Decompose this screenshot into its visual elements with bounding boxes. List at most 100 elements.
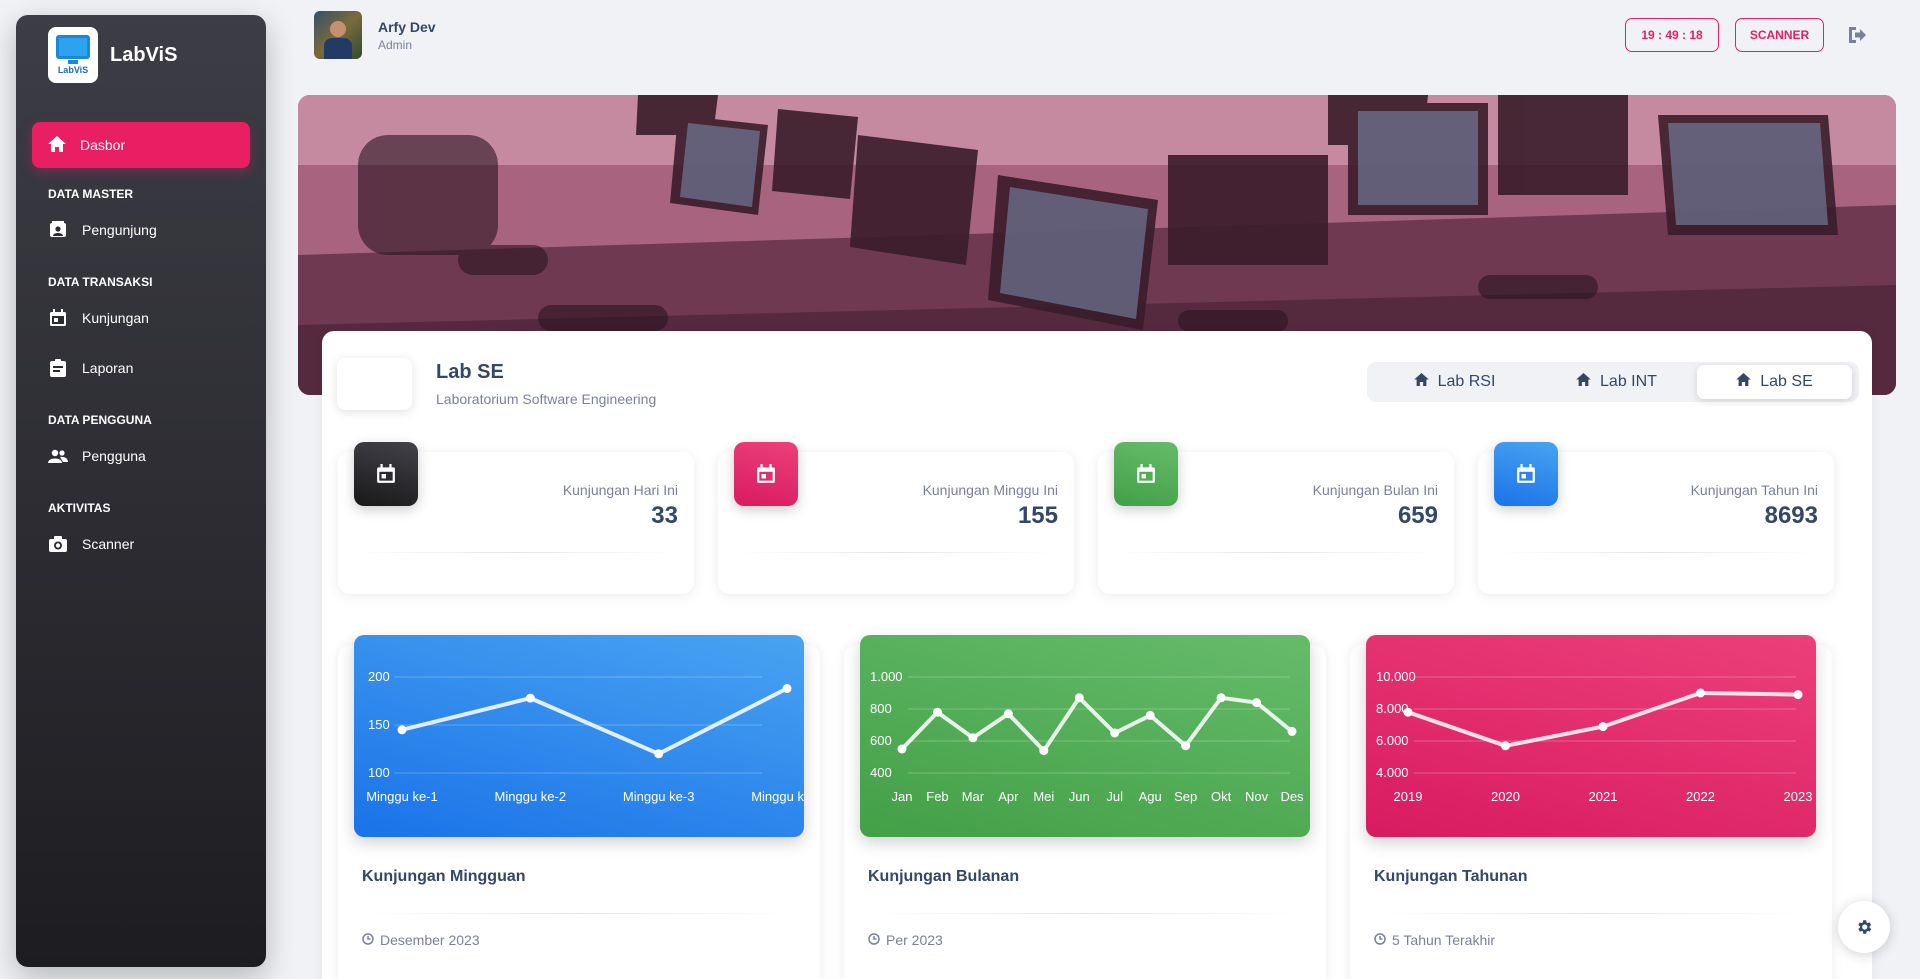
data-point bbox=[654, 749, 664, 759]
sidebar-item-label: Laporan bbox=[82, 360, 134, 376]
chart-footer-text: Desember 2023 bbox=[380, 932, 480, 948]
calendar-icon bbox=[354, 442, 418, 506]
y-tick-label: 200 bbox=[368, 669, 390, 684]
x-tick-label: Minggu ke-2 bbox=[495, 789, 567, 804]
sidebar-item-pengunjung[interactable]: Pengunjung bbox=[16, 205, 266, 255]
x-tick-label: Minggu ke-4 bbox=[751, 789, 804, 804]
tab-label: Lab RSI bbox=[1437, 373, 1496, 390]
user-role: Admin bbox=[378, 38, 413, 52]
section-title-data-master: DATA MASTER bbox=[48, 187, 134, 201]
data-point bbox=[932, 707, 942, 717]
x-tick-label: Jun bbox=[1069, 789, 1090, 804]
app-name: LabViS bbox=[110, 43, 178, 66]
stat-label: Kunjungan Tahun Ini bbox=[1690, 482, 1818, 498]
x-tick-label: 2021 bbox=[1589, 789, 1618, 804]
chart-title: Kunjungan Bulanan bbox=[868, 868, 1020, 885]
home-icon bbox=[48, 135, 66, 155]
yearly-chart-svg: 4.000 6.000 8.000 10.000 2019 2020 2021 2022 202… bbox=[1376, 669, 1813, 804]
x-tick-label: 2023 bbox=[1784, 789, 1813, 804]
sidebar-item-laporan[interactable]: Laporan bbox=[16, 343, 266, 393]
sidebar-item-dasbor[interactable]: Dasbor bbox=[32, 122, 250, 168]
divider bbox=[1114, 552, 1438, 553]
data-point bbox=[1145, 710, 1155, 720]
series-line bbox=[900, 695, 1294, 753]
clock-icon bbox=[362, 932, 374, 948]
y-tick-label: 150 bbox=[368, 717, 390, 732]
calendar-icon bbox=[48, 308, 68, 328]
chart-monthly: 400 600 800 1.000 Jan Feb Mar Apr Mei Jun Jul Agu Se… bbox=[860, 635, 1310, 837]
divider bbox=[1494, 552, 1818, 553]
monthly-chart-svg: 400 600 800 1.000 Jan Feb Mar Apr Mei Jun Jul Agu Se… bbox=[870, 669, 1304, 804]
divider bbox=[1374, 913, 1808, 914]
chart-footer: Desember 2023 bbox=[362, 932, 480, 948]
tab-lab-int[interactable]: Lab INT bbox=[1539, 365, 1694, 399]
data-point bbox=[1403, 707, 1413, 717]
sidebar-item-pengguna[interactable]: Pengguna bbox=[16, 431, 266, 481]
y-tick-label: 6.000 bbox=[1376, 733, 1409, 748]
data-point bbox=[1039, 746, 1049, 756]
tab-lab-se[interactable]: Lab SE bbox=[1697, 365, 1852, 399]
camera-icon bbox=[48, 534, 68, 554]
data-point bbox=[1181, 741, 1191, 751]
chart-card-mingguan: 100 150 200 Minggu ke-1 Minggu ke-2 Minggu ke… bbox=[338, 635, 820, 979]
x-tick-label: 2022 bbox=[1686, 789, 1715, 804]
y-tick-label: 1.000 bbox=[870, 669, 903, 684]
lab-subtitle: Laboratorium Software Engineering bbox=[436, 391, 657, 407]
sidebar-item-label: Pengguna bbox=[82, 448, 146, 464]
divider bbox=[868, 913, 1302, 914]
contact-card-icon bbox=[48, 220, 68, 240]
avatar[interactable] bbox=[314, 11, 362, 59]
scanner-button[interactable]: SCANNER bbox=[1735, 18, 1824, 52]
section-title-data-pengguna: DATA PENGGUNA bbox=[48, 413, 152, 427]
chart-footer: 5 Tahun Terakhir bbox=[1374, 932, 1495, 948]
data-point bbox=[1287, 726, 1297, 736]
data-point bbox=[1252, 698, 1262, 708]
stat-value: 33 bbox=[651, 502, 678, 529]
data-point bbox=[1793, 690, 1803, 700]
stat-value: 659 bbox=[1397, 502, 1438, 529]
sidebar-item-label: Pengunjung bbox=[82, 222, 157, 238]
stat-value: 8693 bbox=[1764, 502, 1818, 529]
chart-footer-text: 5 Tahun Terakhir bbox=[1392, 932, 1495, 948]
chart-weekly: 100 150 200 Minggu ke-1 Minggu ke-2 Minggu ke… bbox=[354, 635, 804, 837]
data-point bbox=[1501, 741, 1510, 751]
logo-text: LabViS bbox=[57, 65, 89, 75]
data-point bbox=[897, 744, 907, 754]
x-tick-label: 2020 bbox=[1491, 789, 1520, 804]
weekly-chart-svg: 100 150 200 Minggu ke-1 Minggu ke-2 Minggu ke… bbox=[366, 669, 804, 804]
divider bbox=[354, 552, 678, 553]
data-point bbox=[397, 725, 407, 735]
x-tick-label: Des bbox=[1280, 789, 1304, 804]
divider bbox=[362, 913, 796, 914]
x-tick-label: Apr bbox=[998, 789, 1019, 804]
stat-label: Kunjungan Minggu Ini bbox=[922, 482, 1058, 498]
sidebar-item-scanner[interactable]: Scanner bbox=[16, 519, 266, 569]
logout-icon[interactable] bbox=[1847, 26, 1867, 44]
data-point bbox=[1074, 693, 1084, 703]
x-tick-label: Minggu ke-1 bbox=[366, 789, 438, 804]
app-logo: LabViS bbox=[48, 27, 98, 83]
sidebar-item-label: Dasbor bbox=[80, 137, 126, 153]
sidebar-item-kunjungan[interactable]: Kunjungan bbox=[16, 293, 266, 343]
series-line bbox=[401, 686, 788, 756]
data-point bbox=[782, 684, 792, 694]
data-point bbox=[1696, 688, 1705, 698]
data-point bbox=[525, 693, 535, 703]
clock-button[interactable]: 19 : 49 : 18 bbox=[1625, 18, 1719, 52]
y-tick-label: 600 bbox=[870, 733, 892, 748]
clock-icon bbox=[868, 932, 880, 948]
stat-card-bulan-ini: Kunjungan Bulan Ini 659 bbox=[1098, 442, 1454, 594]
tab-label: Lab INT bbox=[1600, 373, 1657, 390]
calendar-icon bbox=[734, 442, 798, 506]
sidebar-item-label: Kunjungan bbox=[82, 310, 149, 326]
calendar-icon bbox=[1114, 442, 1178, 506]
tab-lab-rsi[interactable]: Lab RSI bbox=[1377, 365, 1532, 399]
brand[interactable]: LabViS LabViS bbox=[16, 15, 266, 95]
settings-gear-icon[interactable] bbox=[1838, 901, 1890, 953]
home-icon bbox=[1413, 373, 1429, 391]
x-tick-label: 2019 bbox=[1394, 789, 1423, 804]
clipboard-icon bbox=[48, 358, 68, 378]
stat-card-hari-ini: Kunjungan Hari Ini 33 bbox=[338, 442, 694, 594]
divider bbox=[734, 552, 1058, 553]
y-tick-label: 10.000 bbox=[1376, 669, 1416, 684]
